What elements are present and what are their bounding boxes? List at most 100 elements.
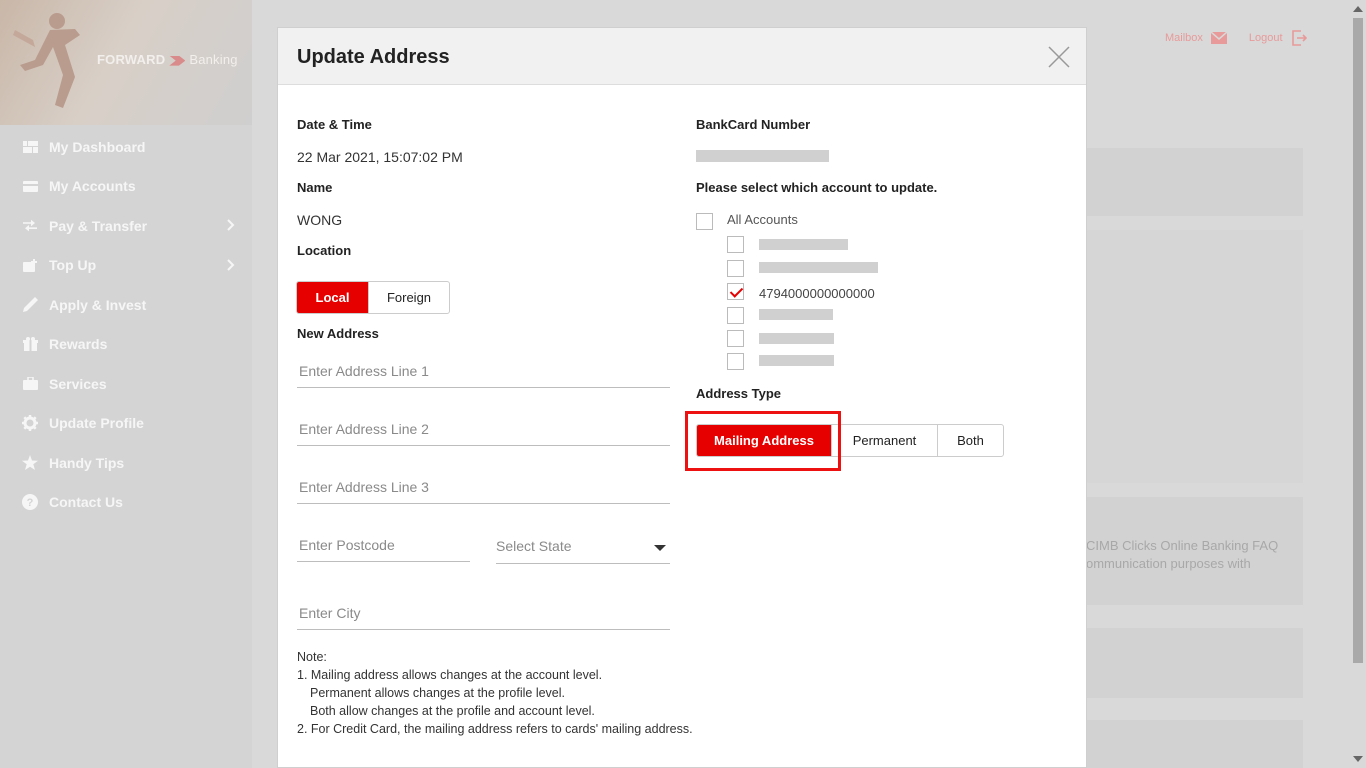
- account-number-masked: [759, 262, 878, 273]
- address-line-3-input[interactable]: [297, 470, 670, 503]
- state-select-value: Select State: [496, 538, 572, 554]
- account-number-masked: [759, 239, 848, 250]
- chevron-right-icon: [227, 218, 235, 234]
- scroll-down-icon[interactable]: [1353, 756, 1363, 762]
- location-toggle: Local Foreign: [296, 281, 450, 314]
- sidebar-item-label: Contact Us: [49, 494, 123, 511]
- city-field: [297, 596, 670, 630]
- both-button[interactable]: Both: [937, 425, 1003, 456]
- account-checkbox[interactable]: [727, 236, 744, 253]
- sidebar-item-label: Services: [49, 375, 107, 392]
- sidebar-item-update-profile[interactable]: Update Profile: [0, 404, 252, 444]
- address-line-1-input[interactable]: [297, 354, 670, 387]
- background-card: [1087, 148, 1303, 216]
- date-time-value: 22 Mar 2021, 15:07:02 PM: [297, 149, 463, 165]
- note-line: 2. For Credit Card, the mailing address …: [297, 722, 693, 736]
- chevron-right-icon: [227, 258, 235, 274]
- note-line: 1. Mailing address allows changes at the…: [297, 668, 603, 682]
- note-line: Permanent allows changes at the profile …: [310, 686, 566, 700]
- highlight-box: [685, 411, 841, 471]
- note-block: Note: 1. Mailing address allows changes …: [297, 648, 693, 738]
- permanent-button[interactable]: Permanent: [831, 425, 937, 456]
- logout-link[interactable]: Logout: [1249, 30, 1307, 46]
- postcode-field: [297, 528, 470, 562]
- new-address-label: New Address: [297, 326, 379, 341]
- account-checkbox[interactable]: [727, 307, 744, 324]
- mail-icon: [1210, 32, 1227, 44]
- sidebar-item-top-up[interactable]: Top Up: [0, 246, 252, 286]
- background-card: [1087, 720, 1303, 768]
- location-label: Location: [297, 243, 352, 258]
- bankcard-number-masked: [696, 150, 829, 162]
- address-line-2-input[interactable]: [297, 412, 670, 445]
- address-line-3-field: [297, 470, 670, 504]
- city-input[interactable]: [297, 596, 670, 629]
- all-accounts-label: All Accounts: [727, 212, 798, 227]
- faq-line: CIMB Clicks Online Banking FAQ: [1086, 538, 1279, 553]
- sidebar-item-label: My Accounts: [49, 178, 136, 195]
- caret-down-icon: [654, 545, 666, 551]
- postcode-input[interactable]: [297, 528, 470, 561]
- gear-icon: [22, 415, 38, 432]
- sidebar-item-my-accounts[interactable]: My Accounts: [0, 167, 252, 207]
- sidebar-item-my-dashboard[interactable]: My Dashboard: [0, 127, 252, 167]
- sidebar-item-label: Top Up: [49, 257, 97, 274]
- select-account-label: Please select which account to update.: [696, 180, 938, 195]
- gift-icon: [22, 336, 38, 352]
- account-number-masked: [759, 355, 834, 366]
- header-actions: Mailbox Logout: [1165, 30, 1307, 46]
- faq-line: ommunication purposes with: [1086, 556, 1251, 571]
- sidebar-item-apply-invest[interactable]: Apply & Invest: [0, 285, 252, 325]
- address-line-2-field: [297, 412, 670, 446]
- account-number: 4794000000000000: [759, 286, 875, 301]
- card-icon: [22, 178, 38, 194]
- dashboard-icon: [22, 139, 38, 155]
- account-number-masked: [759, 309, 833, 320]
- location-local-button[interactable]: Local: [297, 282, 368, 313]
- sidebar-item-label: Rewards: [49, 336, 108, 353]
- pen-icon: [22, 297, 38, 313]
- state-select[interactable]: Select State: [496, 528, 670, 564]
- date-time-label: Date & Time: [297, 117, 372, 132]
- sidebar-item-pay-transfer[interactable]: Pay & Transfer: [0, 206, 252, 246]
- account-checkbox[interactable]: [727, 353, 744, 370]
- sidebar-item-contact-us[interactable]: ? Contact Us: [0, 483, 252, 523]
- sidebar-item-services[interactable]: Services: [0, 364, 252, 404]
- runner-image: [13, 13, 80, 108]
- star-icon: [22, 455, 38, 471]
- brand-secondary: Banking: [189, 52, 238, 67]
- background-card: [1087, 230, 1303, 483]
- help-icon: ?: [22, 494, 38, 511]
- topup-icon: [22, 257, 38, 273]
- modal-header: Update Address: [278, 28, 1086, 85]
- brand-logo: FORWARD Banking: [97, 52, 238, 67]
- address-line-1-field: [297, 354, 670, 388]
- close-icon[interactable]: [1048, 46, 1070, 68]
- sidebar-item-handy-tips[interactable]: Handy Tips: [0, 443, 252, 483]
- logout-label: Logout: [1248, 32, 1283, 44]
- sidebar-item-label: Pay & Transfer: [49, 217, 148, 234]
- background-card: [1087, 628, 1303, 698]
- brand-primary: FORWARD: [97, 52, 166, 67]
- transfer-icon: [22, 218, 38, 234]
- page-scrollbar[interactable]: [1350, 0, 1366, 768]
- sidebar-item-rewards[interactable]: Rewards: [0, 325, 252, 365]
- note-line: Both allow changes at the profile and ac…: [310, 704, 595, 718]
- scrollbar-thumb[interactable]: [1353, 18, 1363, 663]
- account-checkbox-checked[interactable]: [727, 283, 744, 300]
- address-type-label: Address Type: [696, 386, 782, 401]
- update-address-modal: Update Address Date & Time 22 Mar 2021, …: [277, 27, 1087, 768]
- all-accounts-checkbox[interactable]: [696, 213, 713, 230]
- location-foreign-button[interactable]: Foreign: [368, 282, 449, 313]
- mailbox-link[interactable]: Mailbox: [1165, 30, 1227, 46]
- account-checkbox[interactable]: [727, 260, 744, 277]
- name-label: Name: [297, 180, 333, 195]
- mailbox-label: Mailbox: [1165, 32, 1203, 44]
- sidebar-banner: FORWARD Banking: [0, 0, 252, 125]
- briefcase-icon: [22, 376, 38, 392]
- account-number-masked: [759, 333, 834, 344]
- account-checkbox[interactable]: [727, 330, 744, 347]
- scroll-up-icon[interactable]: [1353, 6, 1363, 12]
- sidebar-item-label: My Dashboard: [49, 138, 146, 155]
- brand-chevron-icon: [169, 55, 186, 66]
